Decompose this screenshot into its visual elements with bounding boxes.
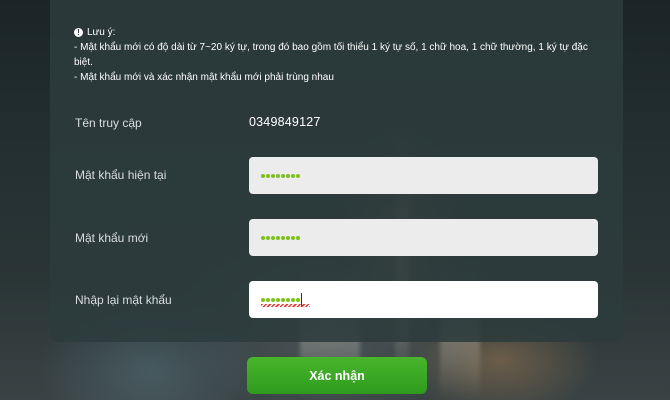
password-dot — [281, 235, 285, 240]
new-password-field[interactable] — [249, 219, 598, 256]
note-rule-match: - Mật khẩu mới và xác nhận mật khẩu mới … — [74, 72, 334, 83]
password-dot — [296, 173, 300, 178]
password-dot — [271, 297, 275, 302]
confirm-password-mask — [261, 281, 300, 318]
note-title: Lưu ý: — [87, 27, 116, 38]
password-dot — [281, 173, 285, 178]
current-password-label: Mật khẩu hiện tại — [75, 168, 167, 182]
password-dot — [291, 173, 295, 178]
password-dot — [296, 235, 300, 240]
password-dot — [276, 235, 280, 240]
username-value: 0349849127 — [249, 115, 321, 129]
password-dot — [296, 297, 300, 302]
note-title-row: ! Lưu ý: — [74, 25, 604, 40]
password-dot — [286, 297, 290, 302]
password-dot — [281, 297, 285, 302]
spellcheck-underline — [261, 304, 310, 307]
current-password-mask — [261, 157, 300, 194]
confirm-password-field[interactable] — [249, 281, 598, 318]
password-dot — [261, 173, 265, 178]
info-icon: ! — [74, 28, 83, 37]
password-dot — [286, 173, 290, 178]
new-password-label: Mật khẩu mới — [75, 231, 149, 245]
password-dot — [271, 173, 275, 178]
password-dot — [276, 173, 280, 178]
password-dot — [266, 173, 270, 178]
new-password-mask — [261, 219, 300, 256]
username-label: Tên truy cập — [75, 116, 142, 130]
password-dot — [261, 235, 265, 240]
password-dot — [266, 297, 270, 302]
password-dot — [266, 235, 270, 240]
password-dot — [291, 235, 295, 240]
password-dot — [271, 235, 275, 240]
current-password-field[interactable] — [249, 157, 598, 194]
password-dot — [286, 235, 290, 240]
password-dot — [276, 297, 280, 302]
confirm-password-label: Nhập lại mật khẩu — [75, 293, 172, 307]
password-dot — [291, 297, 295, 302]
note-rule-length: - Mật khẩu mới có độ dài từ 7~20 ký tự, … — [74, 42, 588, 68]
password-dot — [261, 297, 265, 302]
submit-button[interactable]: Xác nhận — [247, 357, 427, 394]
password-rules-note: ! Lưu ý: - Mật khẩu mới có độ dài từ 7~2… — [74, 25, 604, 85]
